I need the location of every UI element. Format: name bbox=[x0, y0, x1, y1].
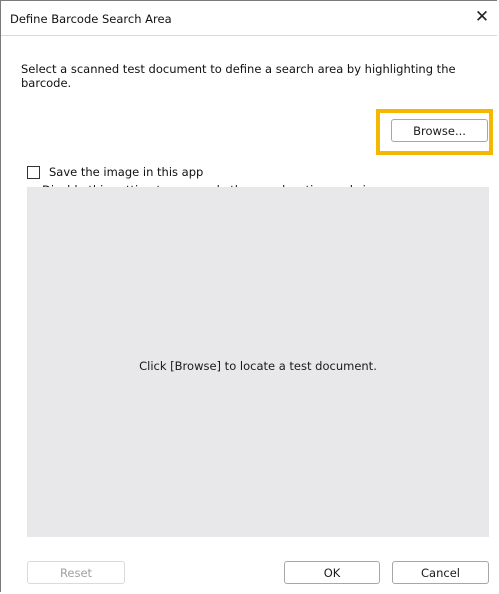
instruction-text: Select a scanned test document to define… bbox=[21, 62, 456, 90]
save-image-checkbox[interactable] bbox=[27, 165, 40, 179]
browse-button[interactable]: Browse... bbox=[391, 119, 488, 142]
dialog-title: Define Barcode Search Area bbox=[10, 12, 172, 26]
title-bar: Define Barcode Search Area ✕ bbox=[1, 1, 497, 36]
preview-placeholder-text: Click [Browse] to locate a test document… bbox=[139, 359, 377, 373]
reset-button: Reset bbox=[27, 561, 125, 584]
cancel-button[interactable]: Cancel bbox=[392, 561, 489, 584]
define-barcode-search-area-dialog: Define Barcode Search Area ✕ Select a sc… bbox=[0, 0, 497, 592]
ok-button[interactable]: OK bbox=[284, 561, 380, 584]
close-icon[interactable]: ✕ bbox=[471, 6, 493, 28]
save-image-option[interactable]: Save the image in this app bbox=[27, 164, 203, 180]
save-image-label: Save the image in this app bbox=[49, 165, 204, 179]
document-preview-area[interactable]: Click [Browse] to locate a test document… bbox=[27, 187, 489, 537]
